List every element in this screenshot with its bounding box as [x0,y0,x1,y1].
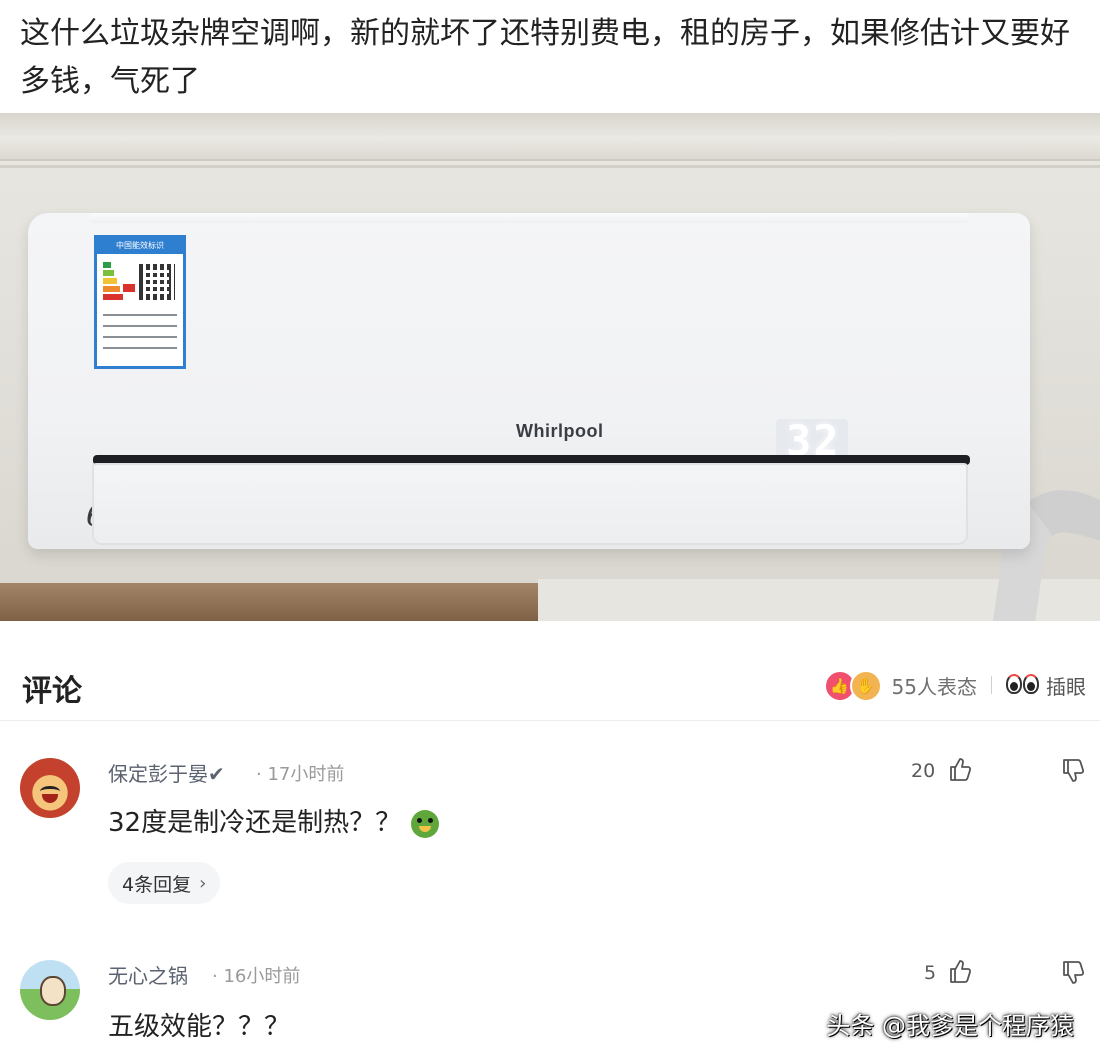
avatar[interactable] [20,960,80,1020]
reactions-bar[interactable]: 👍 ✋ 55人表态 插眼 [823,670,1086,702]
watermark: 头条 @我爹是个程序猿 [826,1012,1074,1040]
air-conditioner-unit: 中国能效标识 6 Whirlpool 32 [28,213,1030,549]
thumbs-up-icon[interactable] [948,756,972,781]
hand-clap-icon: ✋ [849,670,882,702]
view-replies-button[interactable]: 4条回复 › [108,862,221,904]
post-text: 这什么垃圾杂牌空调啊，新的就坏了还特别费电，租的房子，如果修估计又要好多钱，气死… [20,16,1070,99]
brand-logo: Whirlpool [516,421,604,441]
green-grimace-emoji-icon [411,809,440,838]
like-count: 5 [924,962,937,984]
ceiling-molding [0,113,1100,161]
avatar[interactable] [20,758,80,818]
divider [991,676,992,694]
ac-flap [92,463,968,545]
post-photo[interactable]: 中国能效标识 6 Whirlpool 32 [0,113,1100,621]
comments-header: 评论 👍 ✋ 55人表态 插眼 [0,636,1100,721]
wooden-shelf [0,583,540,621]
comment-time: · 17小时前 [256,764,345,785]
comment-time: · 16小时前 [212,966,301,987]
energy-label: 中国能效标识 [94,235,186,369]
qr-code-icon [139,264,175,300]
chevron-right-icon: › [199,872,207,894]
eyes-icon[interactable] [1006,674,1042,696]
eyes-label[interactable]: 插眼 [1046,671,1086,700]
thumbs-up-icon[interactable] [948,958,972,983]
reaction-icons: 👍 ✋ [823,670,886,702]
comment-text: 32度是制冷还是制热？？ [108,802,440,839]
comments-title: 评论 [22,674,82,709]
comment-username[interactable]: 保定彭于晏✔ [108,758,225,787]
reaction-count[interactable]: 55人表态 [892,671,977,700]
thumbs-down-icon[interactable] [1061,758,1087,784]
comment-username[interactable]: 无心之锅 [108,960,188,989]
thumbs-down-icon[interactable] [1061,960,1087,986]
like-count: 20 [911,760,936,782]
comment-text: 五级效能？？？ [108,1012,291,1042]
